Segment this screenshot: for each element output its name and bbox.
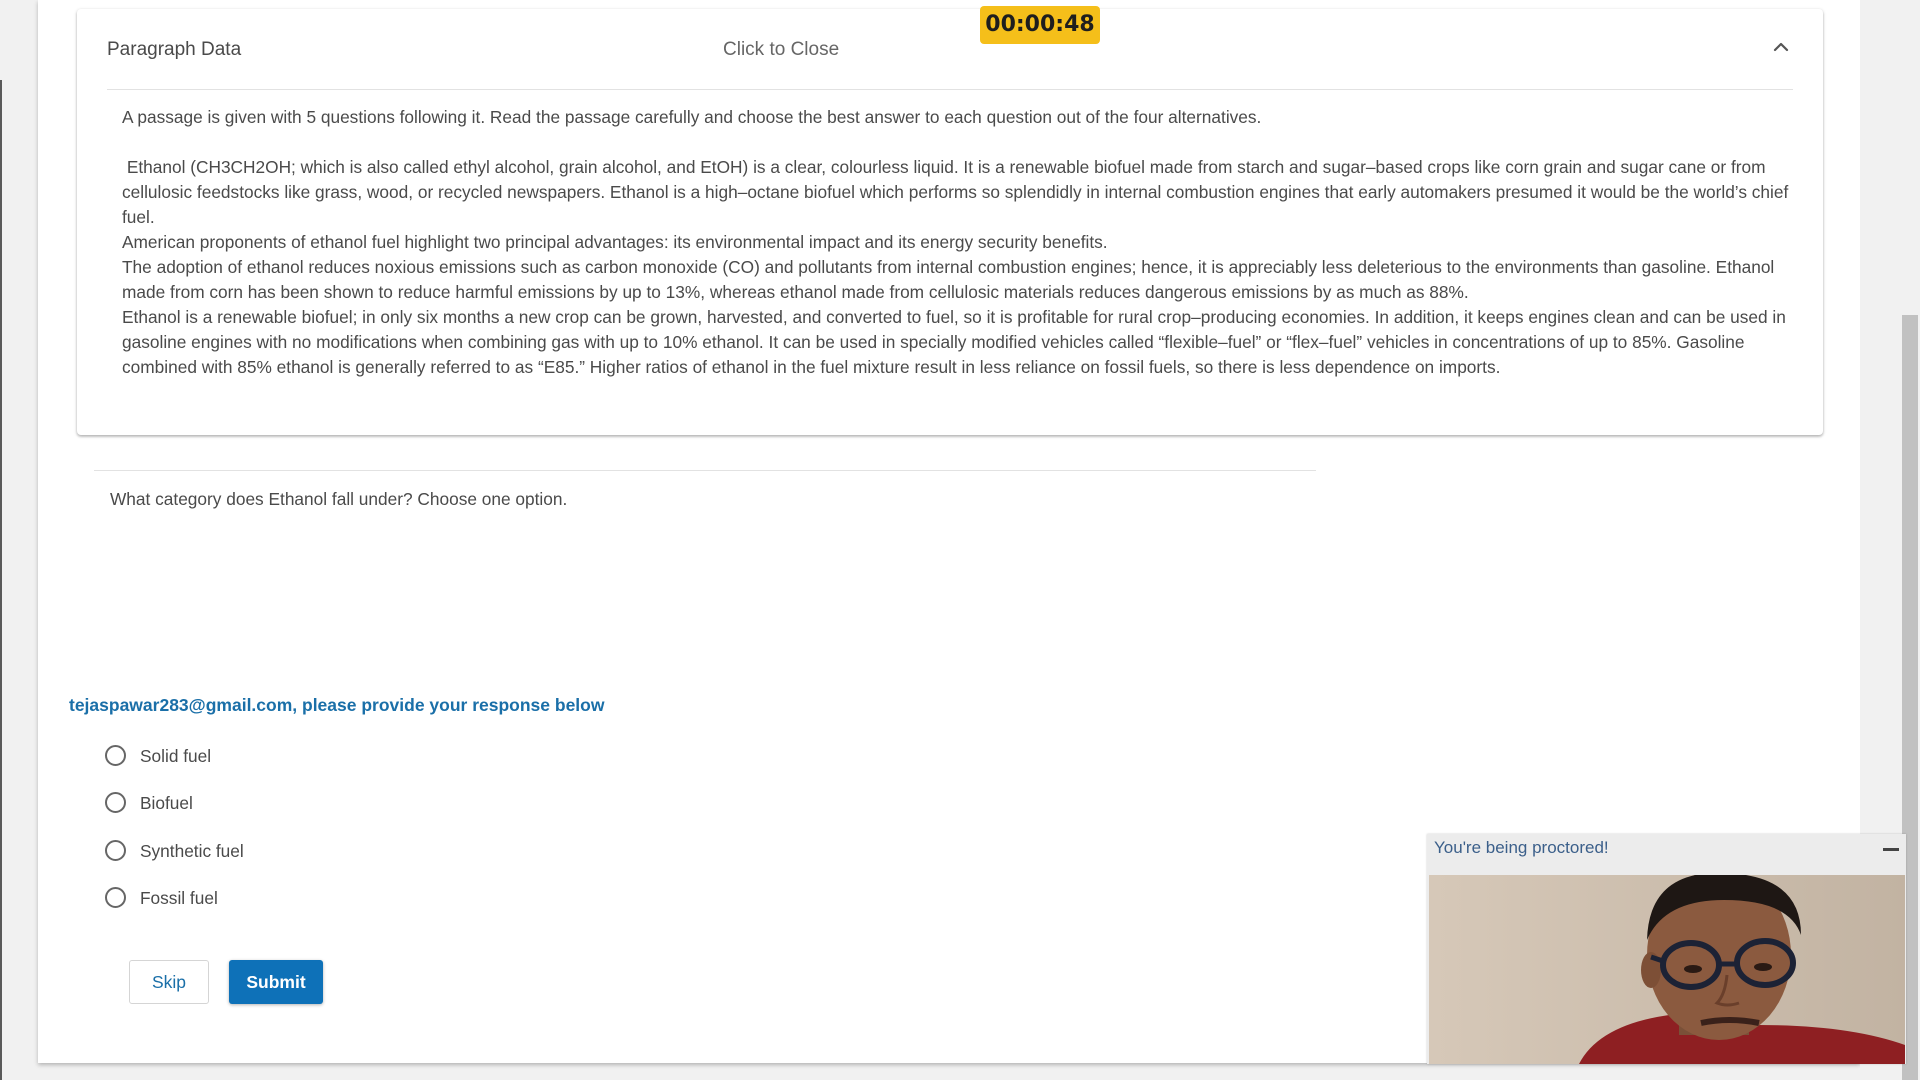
minimize-icon[interactable] [1883,848,1899,851]
radio-button[interactable] [105,792,126,813]
paragraph-text: The adoption of ethanol reduces noxious … [122,257,1775,302]
paragraph-panel-divider [107,89,1793,90]
paragraph-text: Ethanol (CH3CH2OH; which is also called … [122,157,1794,227]
paragraph-text: Ethanol is a renewable biofuel; in only … [122,307,1786,377]
paragraph-panel-header[interactable]: Paragraph Data Click to Close [77,9,1823,89]
webcam-feed [1429,875,1905,1064]
question-divider [94,470,1316,471]
proctor-widget: You're being proctored! [1427,834,1906,1064]
radio-button[interactable] [105,840,126,861]
option-label: Fossil fuel [140,888,218,908]
submit-button[interactable]: Submit [229,960,323,1004]
paragraph-panel: Paragraph Data Click to Close A passage … [77,9,1823,435]
option-label: Biofuel [140,793,193,813]
option-fossil-fuel[interactable]: Fossil fuel [105,887,405,913]
radio-button[interactable] [105,745,126,766]
option-biofuel[interactable]: Biofuel [105,792,405,818]
webcam-image [1429,875,1905,1064]
option-synthetic-fuel[interactable]: Synthetic fuel [105,840,405,866]
left-edge-line [0,80,2,1080]
paragraph-body: A passage is given with 5 questions foll… [122,105,1797,380]
response-prompt: tejaspawar283@gmail.com, please provide … [69,695,605,715]
paragraph-text: American proponents of ethanol fuel high… [122,232,1108,252]
option-label: Synthetic fuel [140,841,244,861]
option-solid-fuel[interactable]: Solid fuel [105,745,405,771]
question-text: What category does Ethanol fall under? C… [110,489,568,509]
click-to-close-label[interactable]: Click to Close [723,39,839,61]
chevron-up-icon[interactable] [1769,35,1793,59]
radio-button[interactable] [105,887,126,908]
proctor-title: You're being proctored! [1434,838,1609,857]
left-gutter [0,0,38,1080]
countdown-timer: 00:00:48 [980,6,1100,44]
paragraph-panel-title: Paragraph Data [107,39,242,60]
paragraph-intro: A passage is given with 5 questions foll… [122,107,1262,127]
option-label: Solid fuel [140,746,212,766]
skip-button[interactable]: Skip [129,960,209,1004]
